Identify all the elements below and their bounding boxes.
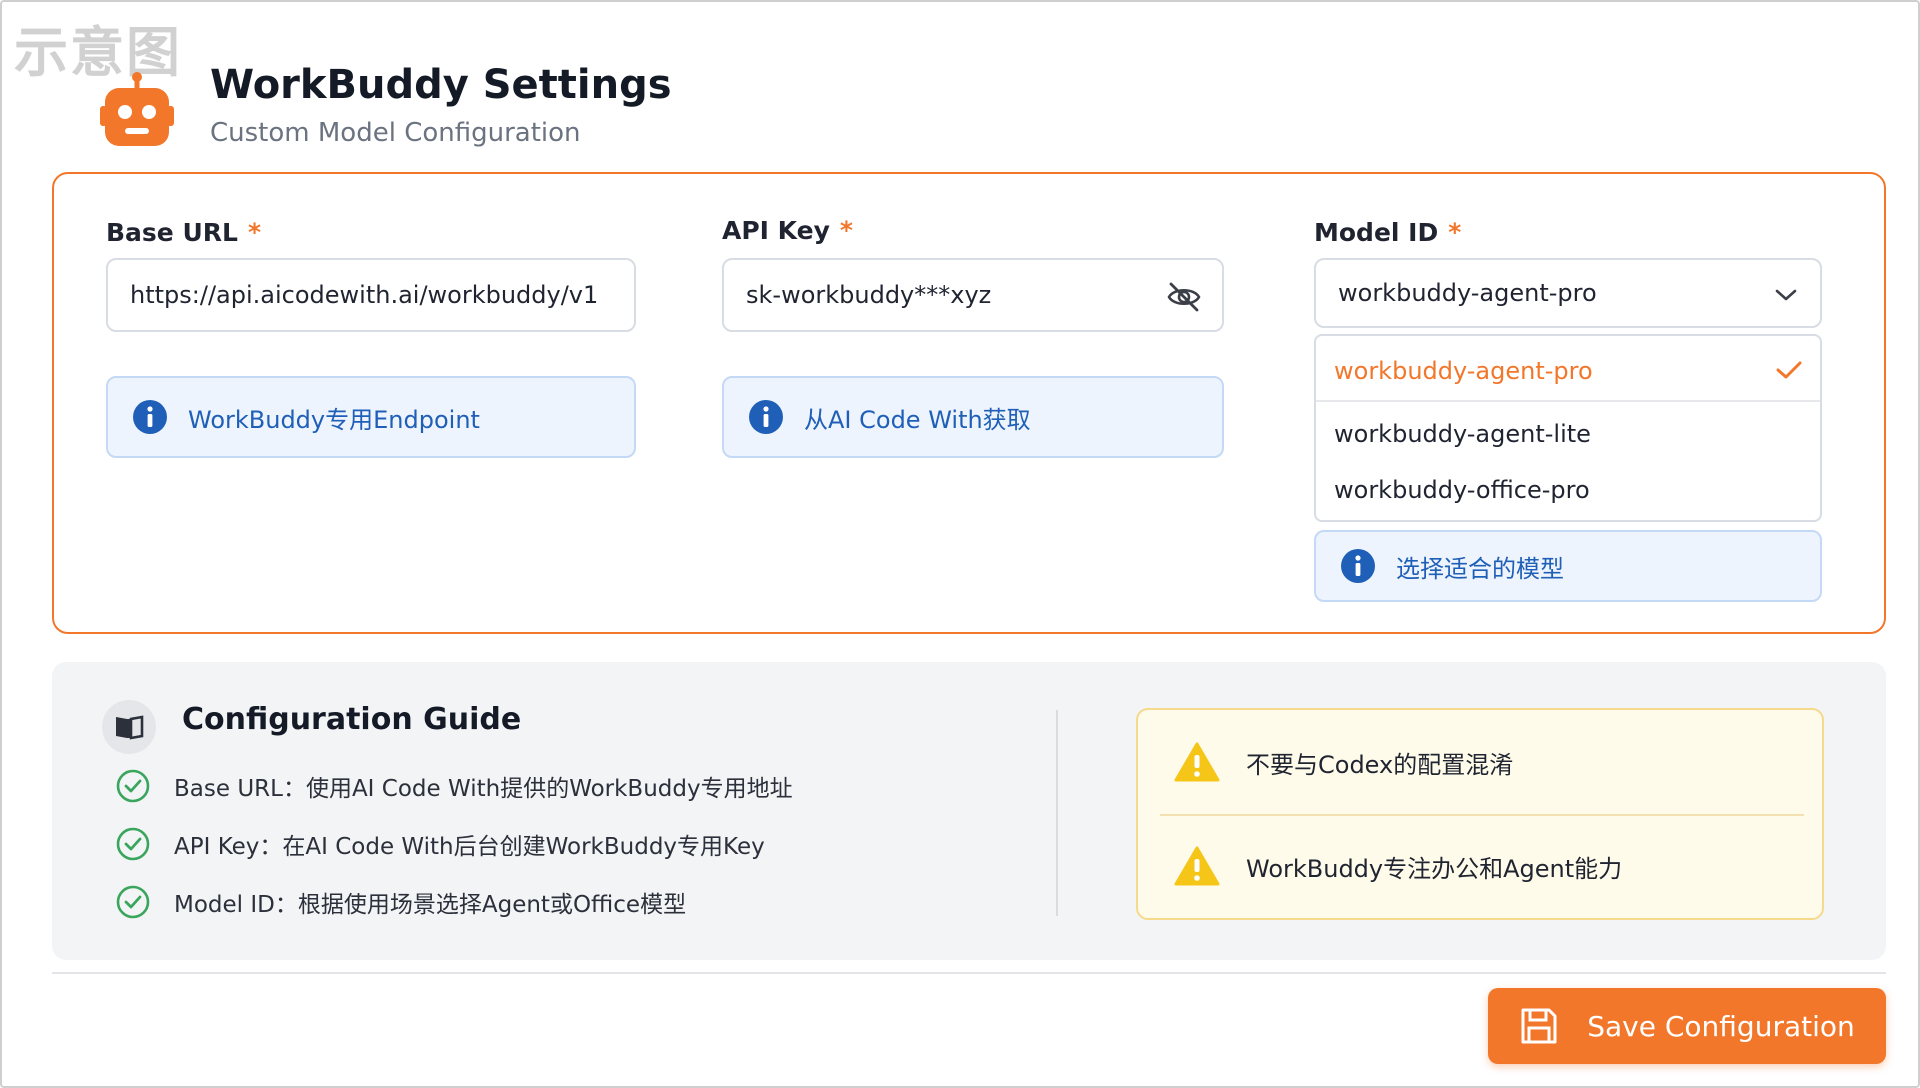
warning-item-codex: 不要与Codex的配置混淆 bbox=[1174, 738, 1513, 786]
guide-item-text: Model ID：根据使用场景选择Agent或Office模型 bbox=[174, 892, 687, 918]
base-url-input[interactable]: https://api.aicodewith.ai/workbuddy/v1 bbox=[106, 258, 636, 332]
guide-item-text: API Key：在AI Code With后台创建WorkBuddy专用Key bbox=[174, 834, 765, 860]
api-key-label-text: API Key bbox=[722, 216, 830, 245]
info-icon bbox=[749, 400, 783, 434]
check-circle-icon bbox=[116, 827, 150, 861]
api-key-hint: 从AI Code With获取 bbox=[722, 376, 1224, 458]
page-subtitle: Custom Model Configuration bbox=[210, 118, 581, 148]
api-key-input[interactable]: sk-workbuddy***xyz bbox=[722, 258, 1224, 332]
eye-off-icon[interactable] bbox=[1166, 280, 1202, 314]
required-mark: * bbox=[839, 216, 853, 245]
guide-item-model-id: Model ID：根据使用场景选择Agent或Office模型 bbox=[116, 882, 686, 922]
warning-icon bbox=[1174, 846, 1220, 886]
guide-item-base-url: Base URL：使用AI Code With提供的WorkBuddy专用地址 bbox=[116, 766, 793, 806]
vertical-divider bbox=[1056, 710, 1058, 916]
base-url-hint-text: WorkBuddy专用Endpoint bbox=[188, 405, 480, 434]
save-configuration-button[interactable]: Save Configuration bbox=[1488, 988, 1886, 1064]
dropdown-option-office-pro[interactable]: workbuddy-office-pro bbox=[1316, 462, 1820, 518]
chevron-down-icon[interactable] bbox=[1774, 286, 1798, 304]
api-key-label: API Key * bbox=[722, 216, 853, 245]
page-title: WorkBuddy Settings bbox=[210, 62, 672, 108]
guide-item-text: Base URL：使用AI Code With提供的WorkBuddy专用地址 bbox=[174, 776, 793, 802]
model-id-label-text: Model ID bbox=[1314, 218, 1439, 247]
check-circle-icon bbox=[116, 769, 150, 803]
dropdown-option-agent-pro[interactable]: workbuddy-agent-pro bbox=[1316, 342, 1820, 402]
required-mark: * bbox=[1448, 218, 1462, 247]
warning-text: 不要与Codex的配置混淆 bbox=[1246, 750, 1514, 779]
footer-divider bbox=[52, 972, 1886, 974]
required-mark: * bbox=[247, 218, 262, 247]
guide-title: Configuration Guide bbox=[182, 702, 522, 737]
model-id-value: workbuddy-agent-pro bbox=[1338, 279, 1597, 307]
dropdown-option-agent-lite[interactable]: workbuddy-agent-lite bbox=[1316, 406, 1820, 462]
configuration-guide-panel: Configuration Guide Base URL：使用AI Code W… bbox=[52, 662, 1886, 960]
warning-box: 不要与Codex的配置混淆 WorkBuddy专注办公和Agent能力 bbox=[1136, 708, 1824, 920]
warning-item-focus: WorkBuddy专注办公和Agent能力 bbox=[1174, 842, 1622, 890]
option-label: workbuddy-office-pro bbox=[1334, 476, 1590, 504]
warning-icon bbox=[1174, 742, 1220, 782]
robot-icon bbox=[100, 72, 174, 146]
model-id-hint-text: 选择适合的模型 bbox=[1396, 554, 1564, 583]
config-panel: Base URL * https://api.aicodewith.ai/work… bbox=[52, 172, 1886, 634]
model-id-dropdown: workbuddy-agent-pro workbuddy-agent-lite… bbox=[1314, 334, 1822, 522]
book-badge bbox=[102, 700, 156, 754]
base-url-value: https://api.aicodewith.ai/workbuddy/v1 bbox=[130, 281, 599, 309]
api-key-hint-text: 从AI Code With获取 bbox=[804, 405, 1031, 434]
warning-text: WorkBuddy专注办公和Agent能力 bbox=[1246, 854, 1623, 883]
option-label: workbuddy-agent-pro bbox=[1334, 357, 1593, 385]
save-button-label: Save Configuration bbox=[1587, 1009, 1855, 1043]
book-icon bbox=[116, 715, 144, 740]
base-url-label-text: Base URL bbox=[106, 218, 238, 247]
guide-item-api-key: API Key：在AI Code With后台创建WorkBuddy专用Key bbox=[116, 824, 765, 864]
base-url-label: Base URL * bbox=[106, 218, 261, 247]
check-circle-icon bbox=[116, 885, 150, 919]
option-label: workbuddy-agent-lite bbox=[1334, 420, 1591, 448]
warning-divider bbox=[1160, 814, 1804, 816]
info-icon bbox=[1341, 549, 1375, 583]
save-icon bbox=[1521, 1008, 1557, 1044]
check-icon bbox=[1776, 361, 1802, 379]
model-id-select[interactable]: workbuddy-agent-pro bbox=[1314, 258, 1822, 328]
info-icon bbox=[133, 400, 167, 434]
base-url-hint: WorkBuddy专用Endpoint bbox=[106, 376, 636, 458]
model-id-label: Model ID * bbox=[1314, 218, 1461, 247]
model-id-hint: 选择适合的模型 bbox=[1314, 530, 1822, 602]
api-key-value: sk-workbuddy***xyz bbox=[746, 281, 992, 309]
